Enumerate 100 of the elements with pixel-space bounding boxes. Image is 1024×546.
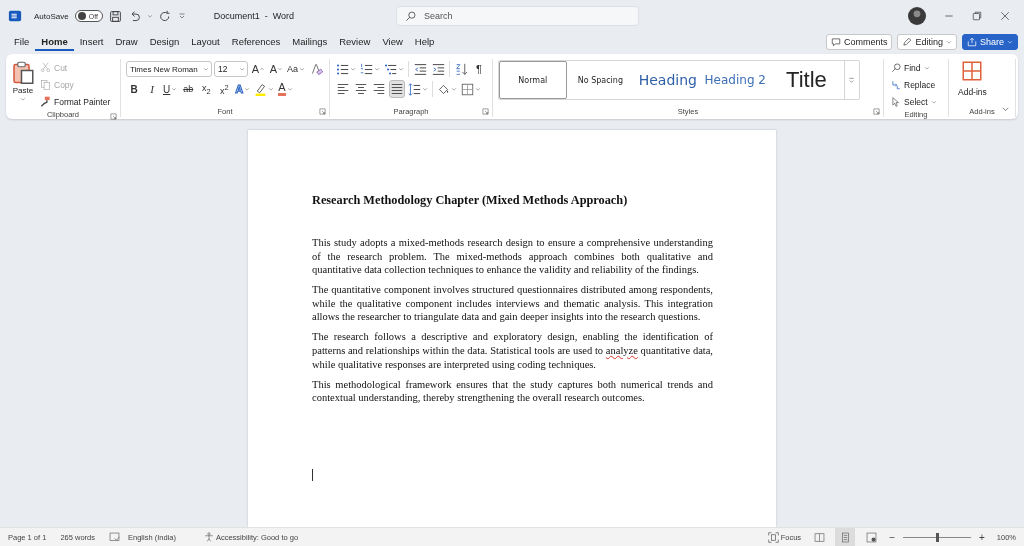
style-option[interactable]: Normal: [499, 61, 567, 99]
italic-button[interactable]: I: [144, 80, 160, 98]
body-paragraph: The research follows a descriptive and exploratory design, enabling the identification of patterns and relationships within the data. Statistical tools are used to analyze quantitative data, while qualitative responses are interpreted using coding techniques.: [312, 330, 713, 371]
zoom-out-button[interactable]: −: [887, 531, 897, 543]
caret-icon: [945, 39, 952, 45]
menu-tab[interactable]: Insert: [73, 33, 110, 51]
style-option[interactable]: Heading 2: [701, 61, 769, 99]
caret-icon: [930, 98, 937, 105]
menu-tab[interactable]: File: [8, 33, 36, 51]
save-icon[interactable]: [108, 9, 122, 23]
menu-tab[interactable]: Layout: [185, 33, 226, 51]
menu-tab[interactable]: Home: [35, 33, 74, 51]
paste-button[interactable]: Paste: [11, 59, 38, 110]
format-painter-button[interactable]: Format Painter: [38, 93, 113, 110]
menu-tab[interactable]: Design: [143, 33, 186, 51]
caret-icon: [203, 66, 209, 72]
style-option[interactable]: Title: [769, 61, 844, 99]
bold-button[interactable]: B: [126, 80, 142, 98]
decrease-indent-icon: [413, 62, 427, 76]
style-option[interactable]: No Spacing: [566, 61, 635, 99]
multilevel-list-icon: [384, 62, 397, 76]
line-spacing-button[interactable]: [407, 80, 429, 98]
shrink-font-button[interactable]: A: [268, 60, 284, 78]
print-layout-icon: [839, 531, 851, 543]
document-heading: Research Methodology Chapter (Mixed Methods Approach): [312, 193, 629, 208]
launcher-icon[interactable]: [873, 108, 880, 115]
eraser-icon: [309, 62, 323, 76]
grow-font-button[interactable]: A: [250, 60, 266, 78]
caret-up-icon: [260, 67, 265, 71]
text-cursor: [312, 468, 313, 481]
zoom-slider-thumb[interactable]: [935, 532, 939, 542]
align-right-icon: [373, 83, 385, 95]
subscript-button[interactable]: x$_{2}$: [198, 80, 215, 98]
search-icon: [891, 62, 901, 73]
restore-icon[interactable]: [972, 11, 982, 21]
menu-tab[interactable]: View: [376, 33, 409, 51]
pencil-icon: [902, 37, 913, 47]
select-button[interactable]: Select: [889, 93, 939, 110]
font-name-field[interactable]: Times New Roman: [126, 61, 212, 77]
caret-icon: [374, 66, 380, 72]
menu-tab[interactable]: Help: [408, 33, 441, 51]
paintbrush-icon: [40, 96, 51, 107]
search-icon: [405, 10, 416, 22]
add-ins-button[interactable]: Add-ins: [954, 59, 991, 105]
borders-icon: [461, 82, 474, 96]
style-option[interactable]: Heading: [634, 61, 702, 99]
editing-button[interactable]: Editing: [897, 34, 957, 50]
align-justify-icon: [391, 83, 403, 95]
caret-icon: [1007, 39, 1013, 45]
view-button[interactable]: [835, 528, 856, 546]
font-size-field[interactable]: 12: [214, 61, 248, 77]
caret-icon: [475, 86, 481, 92]
autosave-label: AutoSave: [34, 11, 69, 21]
replace-button[interactable]: Replace: [889, 76, 939, 93]
proofing-icon[interactable]: [109, 531, 120, 543]
menu-tab[interactable]: Draw: [109, 33, 144, 51]
web-layout-icon: [865, 531, 877, 543]
search-input[interactable]: Search: [424, 11, 630, 21]
menu-tab[interactable]: References: [225, 33, 287, 51]
sort-icon: [454, 62, 468, 76]
align-justify-button[interactable]: [389, 80, 405, 98]
body-paragraph: This methodological framework ensures that the study captures both numerical trends and contextual understanding, thereby strengthening the overall research outcomes.: [312, 377, 713, 405]
highlighter-icon: [254, 82, 268, 96]
customize-icon[interactable]: [177, 12, 186, 20]
comments-button[interactable]: Comments: [825, 34, 893, 50]
collapse-ribbon-icon[interactable]: [1001, 105, 1010, 114]
caret-icon: [923, 64, 930, 71]
avatar-icon[interactable]: [908, 7, 926, 25]
read-mode-icon: [813, 531, 825, 543]
app-logo-icon: [8, 9, 22, 23]
font-color-button[interactable]: A: [277, 80, 294, 98]
launcher-icon[interactable]: [482, 108, 489, 115]
launcher-icon[interactable]: [319, 108, 326, 115]
caret-icon: [20, 96, 26, 102]
launcher-icon[interactable]: [110, 113, 117, 120]
document-title: Document1 - Word: [213, 11, 295, 21]
align-left-icon: [337, 83, 349, 95]
increase-indent-icon: [431, 62, 445, 76]
find-button[interactable]: Find: [889, 59, 939, 76]
caret-icon: [244, 86, 251, 92]
copy-icon: [40, 79, 51, 90]
share-button[interactable]: Share: [961, 34, 1018, 50]
body-paragraph: The quantitative component involves structured questionnaires distributed among respondents, while the qualitative component includes interviews and thematic analysis. This integration allows the researcher to triangulate data and gain deeper insights into the research questions.: [312, 283, 713, 324]
caret-icon: [299, 66, 305, 72]
zoom-in-button[interactable]: +: [976, 531, 987, 543]
replace-icon: [891, 79, 901, 90]
underline-button[interactable]: U: [162, 80, 179, 98]
strikethrough-button[interactable]: ab: [180, 80, 197, 98]
accessibility-icon: [203, 532, 214, 542]
close-icon[interactable]: [1000, 11, 1010, 21]
menu-tab[interactable]: Mailings: [286, 33, 334, 51]
show-marks-button[interactable]: ¶: [471, 60, 487, 78]
menu-tab[interactable]: Review: [333, 33, 377, 51]
caret-icon: [286, 86, 293, 92]
superscript-button[interactable]: x$^{2}$: [216, 80, 233, 98]
redo-icon[interactable]: [158, 9, 172, 23]
change-case-button[interactable]: Aa: [286, 60, 306, 78]
caret-icon: [350, 66, 356, 72]
search-field[interactable]: Search: [396, 6, 639, 26]
comment-icon: [830, 37, 841, 47]
